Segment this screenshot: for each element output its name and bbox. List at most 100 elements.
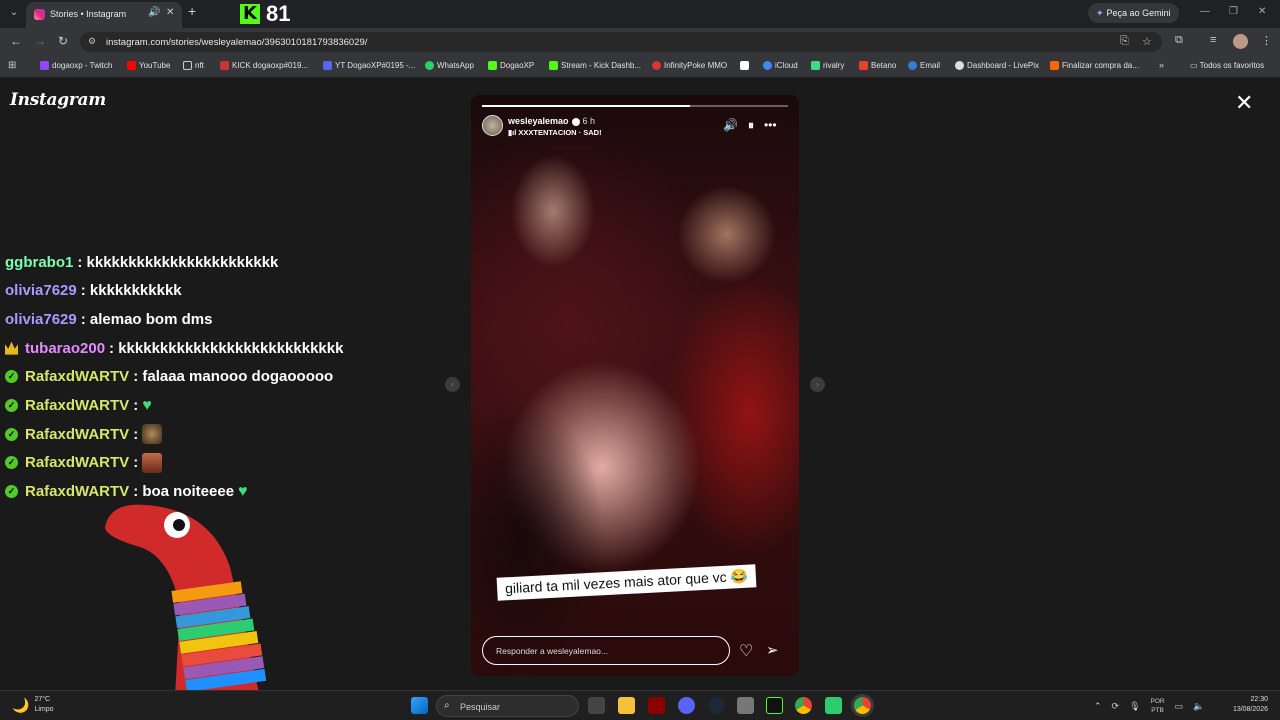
bookmark-finalizar-compra[interactable]: Finalizar compra da... — [1050, 61, 1139, 70]
snipping-tool-icon[interactable] — [737, 697, 754, 714]
language-indicator[interactable]: POR PTB — [1151, 697, 1165, 715]
story-user-avatar[interactable] — [482, 115, 503, 136]
bookmark-icloud[interactable]: iCloud — [763, 61, 798, 70]
windows-start-icon[interactable] — [411, 697, 428, 714]
bookmark-livepix[interactable]: Dashboard - LivePix — [955, 61, 1039, 70]
tab-instagram-stories[interactable]: Stories • Instagram 🔊 ✕ — [26, 2, 182, 28]
kick-red-icon — [220, 61, 229, 70]
chat-username[interactable]: RafaxdWARTV — [25, 397, 129, 414]
story-progress-bar — [482, 105, 788, 107]
story-username[interactable]: wesleyalemao — [508, 116, 569, 126]
network-icon[interactable]: ▭ — [1175, 701, 1184, 712]
media-control-icon[interactable]: ≡ — [1210, 34, 1216, 46]
minimize-icon[interactable]: — — [1200, 6, 1210, 17]
bookmark-betano[interactable]: Betano — [859, 61, 896, 70]
search-placeholder: Pesquisar — [460, 702, 501, 712]
bookmark-email[interactable]: Email — [908, 61, 940, 70]
forward-icon[interactable]: → — [34, 34, 46, 48]
speaker-icon[interactable]: 🔈 — [1193, 701, 1204, 712]
steam-icon[interactable] — [708, 697, 725, 714]
tab-audio-icon[interactable]: 🔊 — [148, 7, 160, 18]
bookmark-nft[interactable]: nft — [183, 61, 204, 70]
bookmark-kick-dashboard[interactable]: Stream - Kick Dashb... — [549, 61, 641, 70]
valorant-icon[interactable] — [648, 697, 665, 714]
taskbar-search[interactable]: ⌕ Pesquisar — [436, 695, 579, 717]
green-heart-emote-icon: ♥ — [142, 396, 152, 414]
extensions-icon[interactable]: ⧉ — [1175, 34, 1183, 47]
chat-username[interactable]: ggbrabo1 — [5, 254, 73, 271]
file-explorer-icon[interactable] — [618, 697, 635, 714]
more-options-icon[interactable]: ••• — [764, 118, 777, 133]
chat-username[interactable]: RafaxdWARTV — [25, 368, 129, 385]
folder-icon — [183, 61, 192, 70]
whatsapp-icon — [425, 61, 434, 70]
new-tab-button[interactable]: + — [188, 3, 196, 19]
discord-taskbar-icon[interactable] — [678, 697, 695, 714]
chat-username[interactable]: tubarao200 — [25, 340, 105, 357]
chat-username[interactable]: RafaxdWARTV — [25, 426, 129, 443]
bookmark-infinitypoke[interactable]: InfinityPoke MMO — [652, 61, 727, 70]
chat-username[interactable]: RafaxdWARTV — [25, 454, 129, 471]
profile-avatar[interactable] — [1233, 34, 1248, 49]
sock-puppet-mascot — [105, 504, 267, 697]
reply-input[interactable]: Responder a wesleyalemao... — [482, 636, 730, 665]
maximize-icon[interactable]: ❐ — [1229, 6, 1238, 17]
bookmark-rivalry[interactable]: rivalry — [811, 61, 844, 70]
weather-widget[interactable]: 🌙 27°C Limpo — [12, 695, 54, 715]
chat-text: : kkkkkkkkkkkkkkkkkkkkkkk — [77, 253, 279, 271]
like-heart-icon[interactable]: ♡ — [739, 641, 753, 661]
livepix-icon — [955, 61, 964, 70]
bookmark-twitch[interactable]: dogaoxp - Twitch — [40, 61, 112, 70]
close-story-icon[interactable]: ✕ — [1235, 90, 1253, 116]
apps-grid-icon[interactable]: ⊞ — [8, 60, 16, 71]
chat-username[interactable]: olivia7629 — [5, 311, 77, 328]
chrome-icon[interactable] — [795, 697, 812, 714]
menu-kebab-icon[interactable]: ⋮ — [1261, 34, 1272, 47]
chat-message: ggbrabo1: kkkkkkkkkkkkkkkkkkkkkkk — [5, 251, 278, 273]
chat-message: ✓ RafaxdWARTV: falaaa manooo dogaooooo — [5, 366, 333, 388]
system-tray: ⌃ ⟳ 🎙 POR PTB ▭ 🔈 — [1094, 695, 1204, 717]
task-view-icon[interactable] — [588, 697, 605, 714]
share-send-icon[interactable]: ➢ — [766, 641, 779, 659]
url-text[interactable]: instagram.com/stories/wesleyalemao/39630… — [106, 37, 367, 48]
site-info-icon[interactable]: ⚙ — [88, 36, 96, 47]
chrome-active-icon[interactable] — [854, 697, 871, 714]
sync-icon[interactable]: ⟳ — [1112, 701, 1120, 712]
story-music[interactable]: XXXTENTACION · SAD! — [518, 128, 601, 137]
install-app-icon[interactable]: ⎘ — [1120, 35, 1129, 48]
gemini-button[interactable]: ✦ Peça ao Gemini — [1088, 3, 1179, 23]
window-close-icon[interactable]: ✕ — [1258, 6, 1266, 17]
chat-message: tubarao200: kkkkkkkkkkkkkkkkkkkkkkkkkkk — [5, 337, 343, 359]
bookmark-star-icon[interactable]: ☆ — [1142, 35, 1152, 48]
tab-search-chevron-icon[interactable]: ⌄ — [6, 5, 22, 21]
address-bar[interactable]: ⚙ instagram.com/stories/wesleyalemao/396… — [80, 32, 1162, 52]
bookmark-yt-dogaoxp[interactable]: YT DogaoXP#0195 -... — [323, 61, 415, 70]
kick-taskbar-icon[interactable] — [766, 697, 783, 714]
chat-username[interactable]: olivia7629 — [5, 282, 77, 299]
bookmark-youtube[interactable]: YouTube — [127, 61, 170, 70]
browser-tab-bar: ⌄ Stories • Instagram 🔊 ✕ + K 81 ✦ Peça a… — [0, 0, 1280, 28]
bookmarks-overflow-icon[interactable]: » — [1159, 60, 1164, 70]
reload-icon[interactable]: ↻ — [58, 34, 68, 48]
bookmark-dogaoxp[interactable]: DogaoXP — [488, 61, 534, 70]
all-favorites-folder[interactable]: ▭ Todos os favoritos — [1190, 61, 1264, 70]
taskbar-clock[interactable]: 22:30 13/08/2026 — [1222, 695, 1268, 715]
pause-icon[interactable]: ⏸ — [748, 118, 754, 133]
bookmark-x[interactable] — [740, 61, 749, 70]
instagram-favicon-icon — [34, 9, 45, 20]
tray-overflow-icon[interactable]: ⌃ — [1094, 701, 1102, 712]
instagram-logo[interactable]: Instagram — [10, 90, 106, 110]
back-icon[interactable]: ← — [10, 34, 22, 48]
microphone-icon[interactable]: 🎙 — [1129, 701, 1140, 712]
betano-icon — [859, 61, 868, 70]
bookmark-whatsapp[interactable]: WhatsApp — [425, 61, 474, 70]
next-story-icon[interactable]: › — [810, 377, 825, 392]
chat-text: : kkkkkkkkkkkkkkkkkkkkkkkkkkk — [109, 339, 344, 357]
verified-check-icon: ✓ — [5, 485, 18, 499]
bookmark-kick-dogaoxp[interactable]: KICK dogaoxp#019... — [220, 61, 308, 70]
tab-close-icon[interactable]: ✕ — [166, 7, 174, 18]
android-app-icon[interactable] — [825, 697, 842, 714]
volume-icon[interactable]: 🔊 — [723, 118, 738, 133]
youtube-icon — [127, 61, 136, 70]
previous-story-icon[interactable]: ‹ — [445, 377, 460, 392]
